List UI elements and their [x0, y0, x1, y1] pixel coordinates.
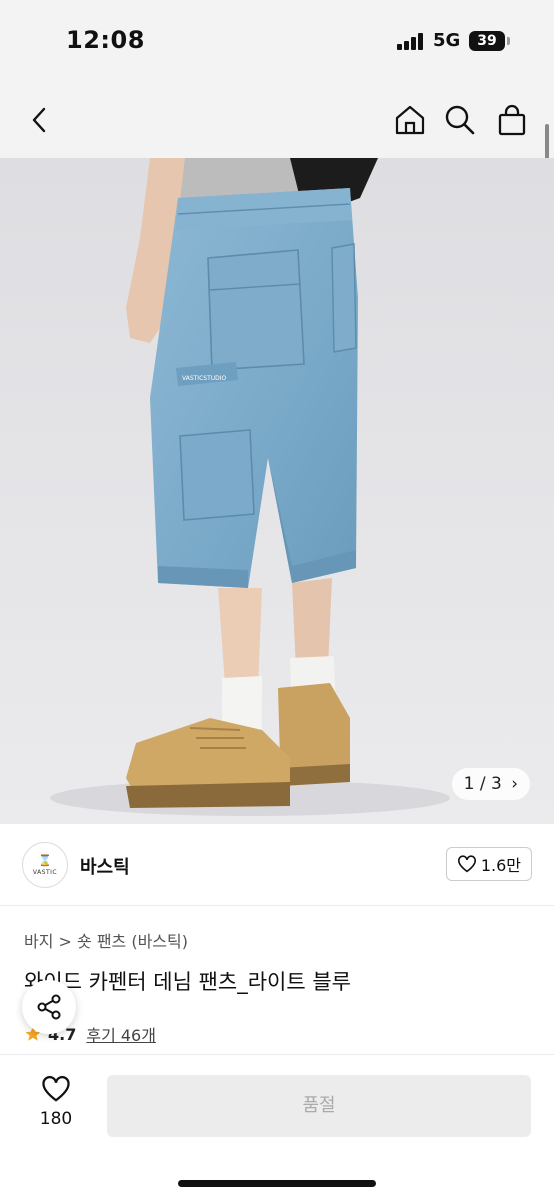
brand-like-button[interactable]: 1.6만 [445, 847, 532, 881]
product-title: 와이드 카펜터 데님 팬츠_라이트 블루 [24, 970, 351, 994]
heart-icon [457, 855, 476, 873]
signal-icon [397, 33, 425, 50]
brand-row: ⌛ VASTIC 바스틱 1.6만 [0, 824, 554, 906]
share-button[interactable] [22, 980, 76, 1034]
svg-text:VASTICSTUDIO: VASTICSTUDIO [182, 375, 227, 382]
network-label: 5G [433, 30, 461, 51]
sold-out-button[interactable]: 품절 [107, 1075, 531, 1137]
heart-icon [42, 1076, 70, 1102]
image-page-counter[interactable]: 1 / 3 › [451, 768, 530, 800]
brand-logo[interactable]: ⌛ VASTIC [22, 842, 68, 888]
chevron-right-icon: › [511, 774, 518, 794]
bottom-action-bar: 180 품절 [0, 1054, 554, 1200]
home-indicator [178, 1180, 376, 1187]
breadcrumb[interactable]: 바지 > 숏 팬츠 (바스틱) [24, 928, 188, 952]
denim-shorts-photo: VASTICSTUDIO SI LO MON [0, 158, 554, 824]
wish-button[interactable]: 180 [28, 1075, 84, 1129]
share-icon [37, 994, 61, 1020]
status-bar: 12:08 5G 39 [0, 0, 554, 84]
status-time: 12:08 [66, 26, 145, 54]
back-icon[interactable] [22, 102, 58, 138]
battery-tip [507, 37, 510, 45]
wish-count: 180 [39, 1109, 73, 1129]
product-image[interactable]: VASTICSTUDIO SI LO MON 1 / 3 › [0, 158, 554, 824]
brand-like-count: 1.6만 [480, 856, 521, 875]
nav-bar [0, 84, 554, 158]
brand-logo-text: VASTIC [32, 868, 58, 876]
reviews-link[interactable]: 후기 46개 [86, 1022, 156, 1046]
battery-icon: 39 [469, 31, 505, 51]
brand-logo-mark: ⌛ [38, 853, 52, 867]
shopping-bag-icon[interactable] [494, 102, 530, 138]
home-icon[interactable] [392, 102, 428, 138]
page-counter-text: 1 / 3 [463, 774, 502, 794]
search-icon[interactable] [442, 102, 478, 138]
brand-name[interactable]: 바스틱 [80, 853, 130, 879]
